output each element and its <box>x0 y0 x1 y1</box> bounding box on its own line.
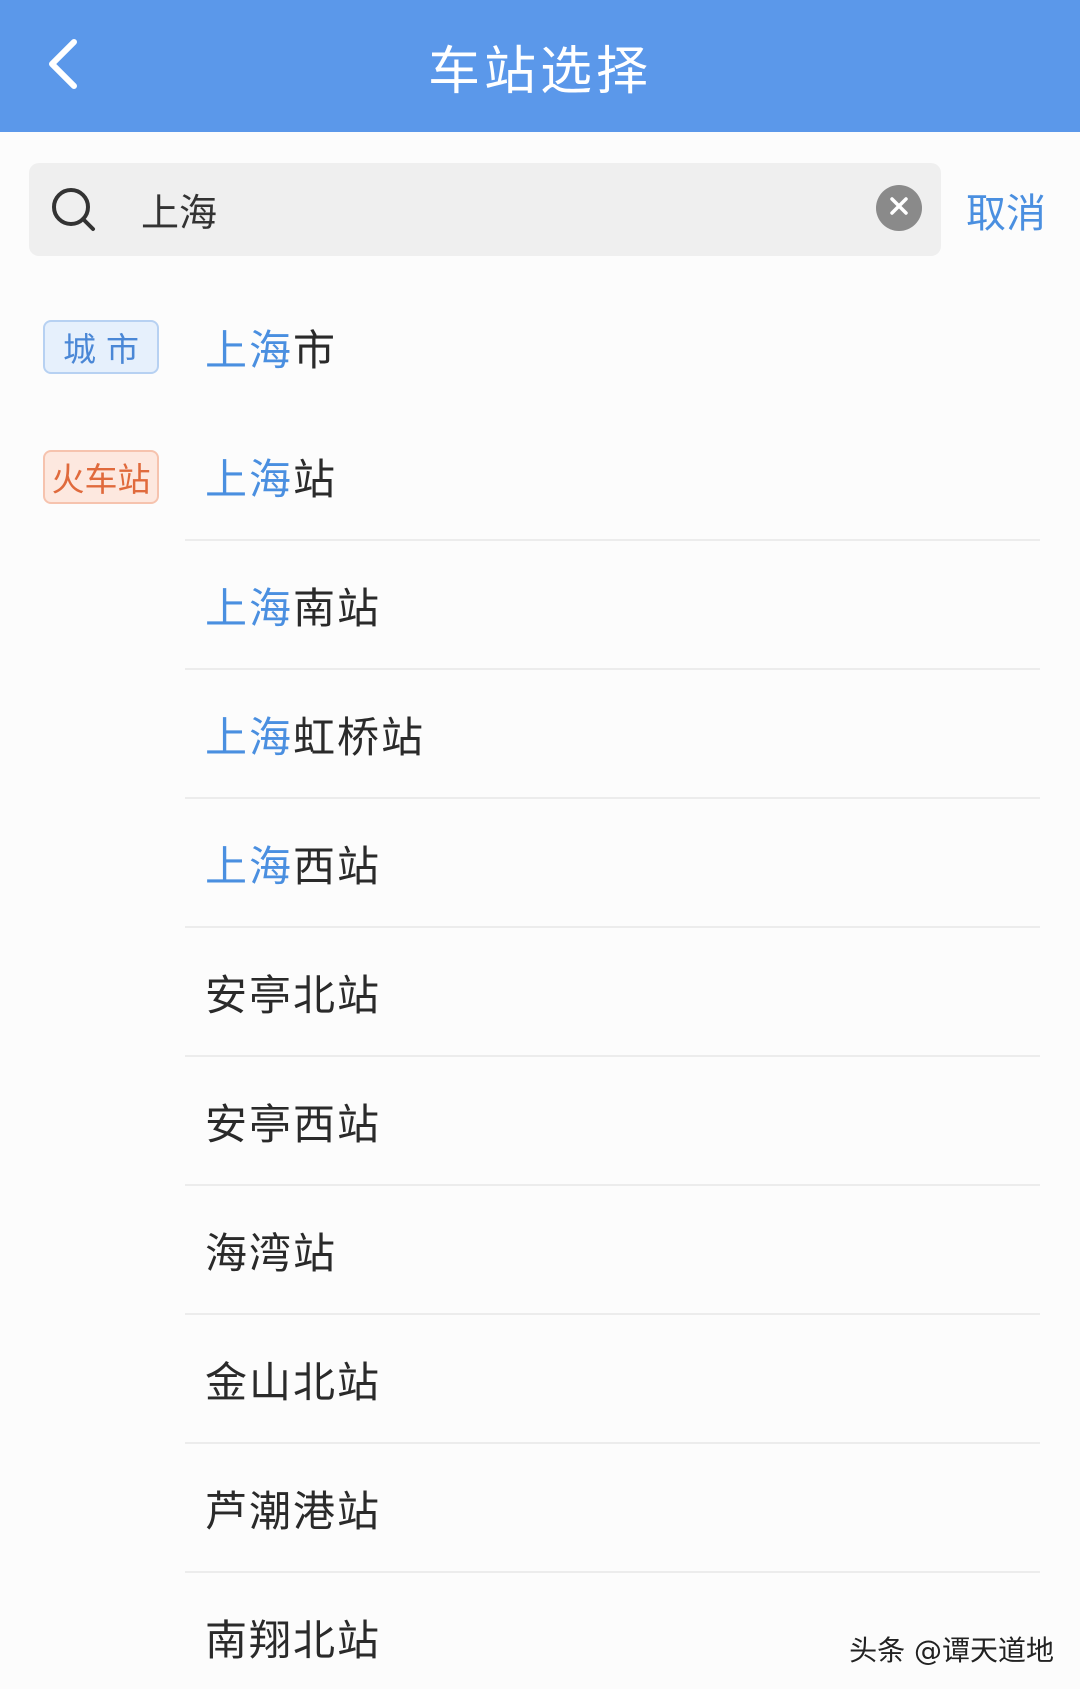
result-name-rest: 海湾站 <box>205 1229 338 1278</box>
result-name-rest: 安亭西站 <box>205 1100 382 1149</box>
result-row-station[interactable]: 上海 西站 <box>0 799 1080 928</box>
result-name-rest: 虹桥站 <box>293 713 426 762</box>
clear-icon <box>888 195 910 221</box>
result-name-rest: 南翔北站 <box>205 1616 382 1665</box>
result-name: 上海市 <box>205 282 337 412</box>
watermark: 头条 @谭天道地 <box>849 1634 1054 1667</box>
search-input[interactable] <box>141 163 781 256</box>
result-name-rest: 西站 <box>293 842 382 891</box>
result-name: 安亭西站 <box>205 1057 381 1186</box>
result-name-rest: 安亭北站 <box>205 971 382 1020</box>
result-name-highlight: 上海 <box>205 455 294 504</box>
search-icon <box>49 185 99 235</box>
result-name: 安亭北站 <box>205 928 381 1057</box>
result-name-highlight: 上海 <box>205 713 294 762</box>
result-name-highlight: 上海 <box>205 584 294 633</box>
result-row-station[interactable]: 上海 南站 <box>0 541 1080 670</box>
train-station-tag: 火车站 <box>43 450 159 504</box>
result-name: 上海 虹桥站 <box>205 670 425 799</box>
results-list: 城市 上海市 火车站 上海站 上海 南站 上海 虹桥站 上海 西站 安亭北站 安亭西站 <box>0 282 1080 1689</box>
result-name-rest: 金山北站 <box>205 1358 382 1407</box>
result-name: 上海站 <box>205 412 337 541</box>
result-name: 上海 西站 <box>205 799 381 928</box>
result-name-highlight: 上海 <box>205 842 294 891</box>
result-name-highlight: 上海 <box>205 325 294 375</box>
result-row-city[interactable]: 城市 上海市 <box>0 282 1080 412</box>
result-name-rest: 芦潮港站 <box>205 1487 382 1536</box>
result-name: 海湾站 <box>205 1186 337 1315</box>
result-row-station[interactable]: 上海 虹桥站 <box>0 670 1080 799</box>
search-bar[interactable] <box>29 163 941 256</box>
result-name: 上海 南站 <box>205 541 381 670</box>
result-name: 金山北站 <box>205 1315 381 1444</box>
result-row-station[interactable]: 安亭西站 <box>0 1057 1080 1186</box>
city-tag: 城市 <box>43 320 159 374</box>
result-row-station[interactable]: 海湾站 <box>0 1186 1080 1315</box>
result-row-station[interactable]: 金山北站 <box>0 1315 1080 1444</box>
result-name-rest: 站 <box>293 455 338 504</box>
result-row-station[interactable]: 安亭北站 <box>0 928 1080 1057</box>
result-row-station[interactable]: 芦潮港站 <box>0 1444 1080 1573</box>
result-name-rest: 市 <box>293 325 338 375</box>
header-bar: 车站选择 <box>0 0 1080 132</box>
result-name: 芦潮港站 <box>205 1444 381 1573</box>
clear-search-button[interactable] <box>876 185 922 231</box>
cancel-button[interactable]: 取消 <box>966 163 1066 256</box>
page-title: 车站选择 <box>427 41 652 102</box>
station-select-screen: 车站选择 取消 城市 上海市 火车站 上海站 <box>0 0 1080 1689</box>
result-row-station[interactable]: 火车站 上海站 <box>0 412 1080 541</box>
result-name-rest: 南站 <box>293 584 382 633</box>
result-name: 南翔北站 <box>205 1573 381 1689</box>
